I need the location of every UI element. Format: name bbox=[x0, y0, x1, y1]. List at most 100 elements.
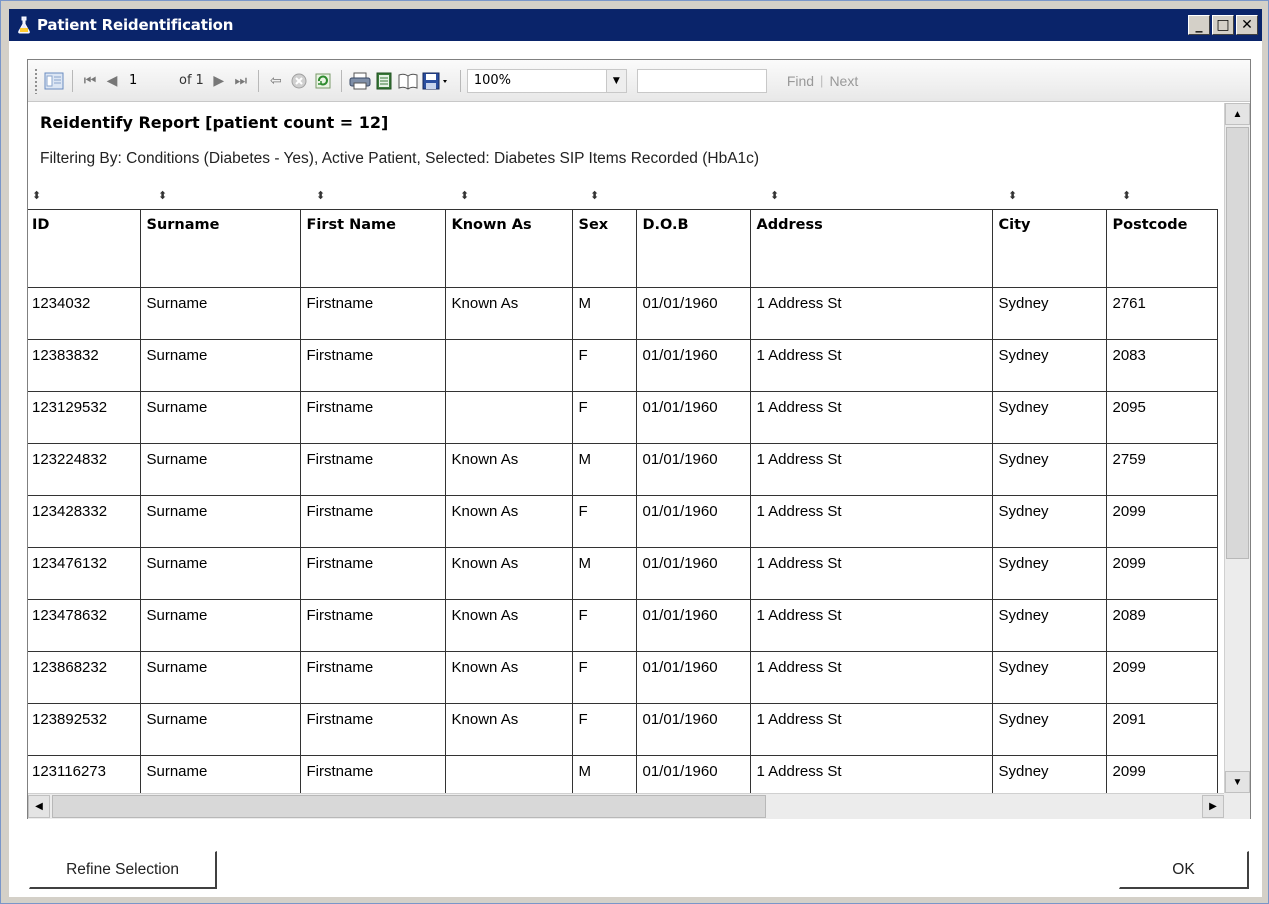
cell-known-as: Known As bbox=[444, 651, 573, 704]
horizontal-scrollbar[interactable]: ◀ ▶ bbox=[28, 793, 1224, 819]
cell-first-name: Firstname bbox=[299, 443, 446, 496]
last-page-icon: ⏭ bbox=[234, 72, 248, 88]
cell-dob: 01/01/1960 bbox=[635, 547, 751, 600]
report-window: Patient Reidentification _ □ ✕ ⏮ ◀ of 1 … bbox=[0, 0, 1269, 904]
maximize-button[interactable]: □ bbox=[1212, 15, 1234, 35]
patient-table: ID Surname First Name Known As Sex D.O.B… bbox=[28, 209, 1218, 793]
toolbar-grip[interactable] bbox=[34, 67, 38, 94]
print-layout-button[interactable] bbox=[372, 69, 396, 93]
cell-sex: F bbox=[571, 651, 637, 704]
column-header-id[interactable]: ID bbox=[28, 209, 141, 288]
window-client-area: ⏮ ◀ of 1 ▶ ⏭ ⇦ bbox=[9, 41, 1262, 897]
title-bar[interactable]: Patient Reidentification _ □ ✕ bbox=[9, 9, 1262, 41]
scroll-right-button[interactable]: ▶ bbox=[1202, 795, 1224, 818]
cell-known-as bbox=[444, 391, 573, 444]
cell-first-name: Firstname bbox=[299, 495, 446, 548]
print-layout-icon bbox=[376, 72, 392, 89]
refresh-button[interactable] bbox=[311, 69, 335, 93]
cell-surname: Surname bbox=[139, 443, 301, 496]
export-button[interactable] bbox=[420, 69, 454, 93]
table-row: 123476132 Surname Firstname Known As M 01/01/… bbox=[28, 547, 1218, 600]
cell-address: 1 Address St bbox=[749, 599, 993, 652]
horizontal-scroll-thumb[interactable] bbox=[52, 795, 766, 818]
cell-id: 1234032 bbox=[28, 287, 141, 340]
cell-id: 123892532 bbox=[28, 703, 141, 756]
cell-known-as: Known As bbox=[444, 287, 573, 340]
page-setup-button[interactable] bbox=[396, 69, 420, 93]
cell-address: 1 Address St bbox=[749, 495, 993, 548]
cell-known-as: Known As bbox=[444, 703, 573, 756]
cell-postcode: 2099 bbox=[1105, 495, 1218, 548]
minimize-icon: _ bbox=[1195, 17, 1203, 33]
next-link[interactable]: Next bbox=[829, 73, 858, 89]
cell-surname: Surname bbox=[139, 703, 301, 756]
cell-city: Sydney bbox=[991, 443, 1107, 496]
close-button[interactable]: ✕ bbox=[1236, 15, 1258, 35]
scroll-left-button[interactable]: ◀ bbox=[28, 795, 50, 818]
first-page-button[interactable]: ⏮ bbox=[79, 69, 101, 93]
back-button[interactable]: ⇦ bbox=[265, 69, 287, 93]
next-page-button[interactable]: ▶ bbox=[208, 69, 230, 93]
table-header-row: ID Surname First Name Known As Sex D.O.B… bbox=[28, 209, 1218, 288]
column-header-surname[interactable]: Surname bbox=[139, 209, 301, 288]
sort-icon[interactable]: ⬍ bbox=[158, 191, 167, 202]
column-header-city[interactable]: City bbox=[991, 209, 1107, 288]
vertical-scroll-thumb[interactable] bbox=[1226, 127, 1249, 559]
previous-page-icon: ◀ bbox=[106, 72, 118, 88]
scroll-down-button[interactable]: ▼ bbox=[1225, 771, 1250, 793]
print-button[interactable] bbox=[348, 69, 372, 93]
column-header-postcode[interactable]: Postcode bbox=[1105, 209, 1218, 288]
table-row: 12383832 Surname Firstname F 01/01/1960 1 Add… bbox=[28, 339, 1218, 392]
previous-page-button[interactable]: ◀ bbox=[101, 69, 123, 93]
column-header-known-as[interactable]: Known As bbox=[444, 209, 573, 288]
find-link[interactable]: Find bbox=[787, 73, 814, 89]
sort-row: ⬍ ⬍ ⬍ ⬍ ⬍ ⬍ ⬍ ⬍ bbox=[28, 191, 1224, 207]
report-toolbar: ⏮ ◀ of 1 ▶ ⏭ ⇦ bbox=[28, 60, 1250, 102]
sort-icon[interactable]: ⬍ bbox=[1008, 191, 1017, 202]
column-header-dob[interactable]: D.O.B bbox=[635, 209, 751, 288]
cell-dob: 01/01/1960 bbox=[635, 599, 751, 652]
cell-sex: F bbox=[571, 599, 637, 652]
document-map-button[interactable] bbox=[42, 69, 66, 93]
table-row: 123892532 Surname Firstname Known As F 01/01/… bbox=[28, 703, 1218, 756]
toolbar-separator bbox=[72, 69, 73, 92]
sort-icon[interactable]: ⬍ bbox=[32, 191, 41, 202]
column-header-address[interactable]: Address bbox=[749, 209, 993, 288]
sort-icon[interactable]: ⬍ bbox=[1122, 191, 1131, 202]
zoom-select[interactable]: 100% ▼ bbox=[466, 68, 627, 93]
maximize-icon: □ bbox=[1216, 17, 1230, 33]
refine-selection-button[interactable]: Refine Selection bbox=[29, 851, 217, 889]
vertical-scrollbar[interactable]: ▲ ▼ bbox=[1224, 103, 1250, 793]
cell-id: 12383832 bbox=[28, 339, 141, 392]
report-body: Reidentify Report [patient count = 12] F… bbox=[28, 103, 1224, 793]
ok-button[interactable]: OK bbox=[1119, 851, 1249, 889]
cell-surname: Surname bbox=[139, 339, 301, 392]
minimize-button[interactable]: _ bbox=[1188, 15, 1210, 35]
sort-icon[interactable]: ⬍ bbox=[460, 191, 469, 202]
cell-address: 1 Address St bbox=[749, 547, 993, 600]
cell-surname: Surname bbox=[139, 495, 301, 548]
table-row: 1234032 Surname Firstname Known As M 01/01/19… bbox=[28, 287, 1218, 340]
cell-dob: 01/01/1960 bbox=[635, 755, 751, 793]
column-header-sex[interactable]: Sex bbox=[571, 209, 637, 288]
page-number-input[interactable] bbox=[123, 69, 179, 92]
cell-dob: 01/01/1960 bbox=[635, 495, 751, 548]
cell-sex: M bbox=[571, 547, 637, 600]
printer-icon bbox=[349, 72, 371, 89]
cell-id: 123478632 bbox=[28, 599, 141, 652]
sort-icon[interactable]: ⬍ bbox=[770, 191, 779, 202]
cell-postcode: 2099 bbox=[1105, 755, 1218, 793]
column-header-first-name[interactable]: First Name bbox=[299, 209, 446, 288]
scroll-up-button[interactable]: ▲ bbox=[1225, 103, 1250, 125]
cell-sex: F bbox=[571, 391, 637, 444]
stop-button[interactable] bbox=[287, 69, 311, 93]
cell-address: 1 Address St bbox=[749, 651, 993, 704]
cell-sex: M bbox=[571, 287, 637, 340]
last-page-button[interactable]: ⏭ bbox=[230, 69, 252, 93]
sort-icon[interactable]: ⬍ bbox=[590, 191, 599, 202]
first-page-icon: ⏮ bbox=[83, 72, 97, 88]
find-text-input[interactable] bbox=[636, 68, 767, 93]
sort-icon[interactable]: ⬍ bbox=[316, 191, 325, 202]
stop-icon bbox=[291, 73, 307, 88]
report-title: Reidentify Report [patient count = 12] bbox=[40, 113, 389, 132]
